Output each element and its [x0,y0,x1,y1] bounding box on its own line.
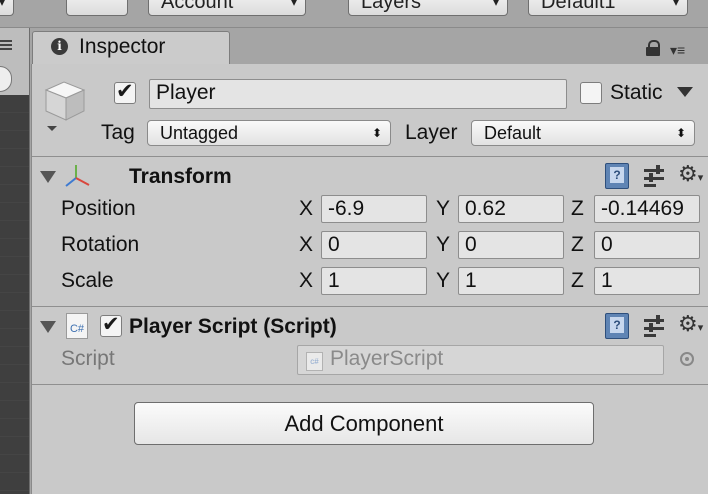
gear-icon[interactable]: ⚙▾ [678,162,703,187]
csharp-icon-text: C# [69,323,85,335]
scale-x-field[interactable]: 1 [321,267,427,295]
info-icon: i [51,38,68,55]
toolbar-dropdown-button[interactable]: ▾ [0,0,14,16]
scale-y-axis-label: Y [436,269,451,292]
help-book-icon[interactable] [605,313,629,339]
position-x-axis-label: X [299,197,314,220]
layer-dropdown[interactable]: Default ⬍ [471,120,695,146]
account-label: Account [161,0,234,13]
layer-value: Default [484,123,542,143]
scale-y-field[interactable]: 1 [458,267,564,295]
transform-axes-icon [62,162,92,190]
position-z-field[interactable]: -0.14469 [594,195,700,223]
csharp-script-icon: C# [66,313,88,339]
scale-x-axis-label: X [299,269,314,292]
script-value: PlayerScript [330,347,444,370]
account-dropdown[interactable]: Account ▾ [148,0,306,16]
tab-menu-icon[interactable]: ▾≡ [670,42,700,58]
tag-label: Tag [101,121,135,144]
script-file-icon: c# [306,352,323,371]
tab-title: Inspector [79,35,166,58]
tab-inspector[interactable]: i Inspector [32,31,230,65]
rotation-label: Rotation [61,233,140,256]
scale-z-axis-label: Z [571,269,584,292]
hierarchy-list [0,95,29,494]
rotation-y-field[interactable]: 0 [458,231,564,259]
tag-dropdown[interactable]: Untagged ⬍ [147,120,391,146]
rotation-x-axis-label: X [299,233,314,256]
position-y-field[interactable]: 0.62 [458,195,564,223]
tag-value: Untagged [160,123,239,143]
layers-label: Layers [361,0,422,13]
rotation-y-axis-label: Y [436,233,451,256]
rotation-z-axis-label: Z [571,233,584,256]
top-toolbar: ▾ Account▾ Layers▾ Default1▾ [0,0,708,28]
rotation-z-field[interactable]: 0 [594,231,700,259]
active-checkbox[interactable] [114,79,136,104]
position-label: Position [61,197,136,220]
name-field[interactable]: Player [149,79,567,109]
search-field-edge[interactable] [0,66,12,92]
static-dropdown-icon[interactable] [677,87,693,97]
position-x-field[interactable]: -6.9 [321,195,427,223]
position-y-axis-label: Y [436,197,451,220]
scale-label: Scale [61,269,114,292]
rotation-x-field[interactable]: 0 [321,231,427,259]
preset-sliders-icon[interactable] [644,165,666,187]
lock-icon[interactable] [646,40,660,56]
divider [32,384,708,385]
static-checkbox[interactable] [580,82,602,104]
script-foldout-icon[interactable] [40,321,56,333]
add-component-button[interactable]: Add Component [134,402,594,445]
layout-label: Default1 [541,0,616,13]
layout-dropdown[interactable]: Default1 ▾ [528,0,688,16]
gear-icon[interactable]: ⚙▾ [678,312,703,337]
divider [32,306,708,307]
divider [32,156,708,157]
script-label: Script [61,347,115,370]
object-picker-icon[interactable] [680,352,694,366]
script-reference-field[interactable]: c# PlayerScript [297,345,664,375]
panel-menu-icon[interactable] [0,40,12,42]
script-component-title: Player Script (Script) [129,315,337,338]
static-label: Static [610,81,663,104]
position-z-axis-label: Z [571,197,584,220]
transform-title: Transform [129,165,232,188]
collab-button[interactable] [66,0,128,16]
transform-foldout-icon[interactable] [40,171,56,183]
gameobject-icon[interactable] [42,78,88,132]
scale-z-field[interactable]: 1 [594,267,700,295]
layer-label: Layer [405,121,458,144]
preset-sliders-icon[interactable] [644,315,666,337]
help-book-icon[interactable] [605,163,629,189]
script-enabled-checkbox[interactable] [100,312,122,337]
layers-dropdown[interactable]: Layers ▾ [348,0,508,16]
